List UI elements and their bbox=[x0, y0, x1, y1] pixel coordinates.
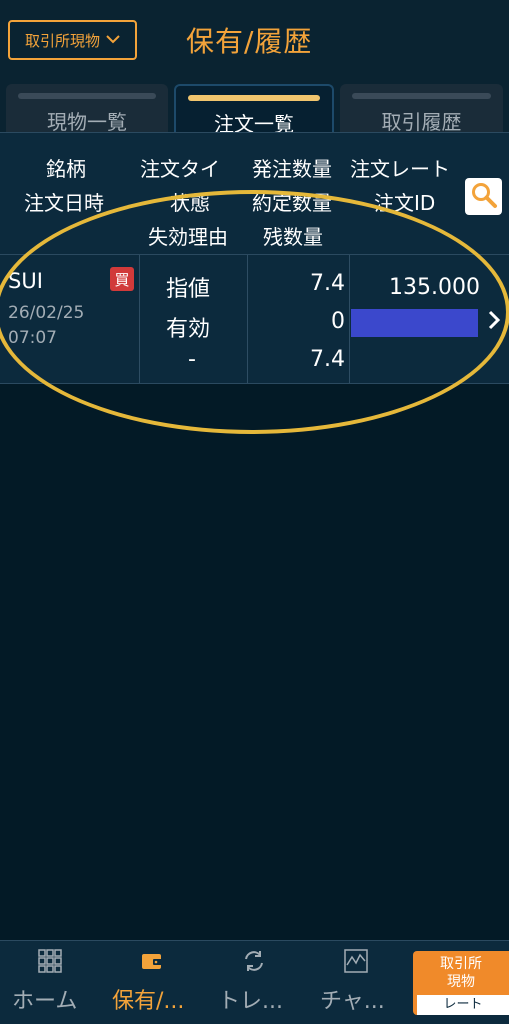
nav-holdings[interactable]: 保有/... bbox=[100, 941, 204, 1024]
nav-chart[interactable]: チャ... bbox=[308, 941, 412, 1024]
remaining-qty: 7.4 bbox=[310, 347, 345, 372]
header-order-rate: 注文レート bbox=[350, 157, 450, 181]
page-title: 保有/履歴 bbox=[186, 25, 313, 58]
header-order-id: 注文ID bbox=[374, 191, 436, 215]
order-type: 指値 bbox=[166, 277, 211, 302]
order-id-redacted bbox=[351, 309, 478, 337]
tab-label: 現物一覧 bbox=[47, 110, 127, 132]
filled-qty: 0 bbox=[331, 309, 345, 334]
chart-icon bbox=[344, 949, 368, 973]
search-button[interactable] bbox=[465, 178, 502, 215]
nav-label: ホーム bbox=[12, 989, 78, 1014]
nav-label: トレ... bbox=[218, 989, 283, 1014]
tab-indicator bbox=[18, 93, 156, 99]
order-date: 26/02/25 bbox=[8, 303, 85, 323]
nav-trade[interactable]: トレ... bbox=[204, 941, 308, 1024]
order-row[interactable]: SUI 買 26/02/25 07:07 指値 有効 - 7.4 0 7.4 1… bbox=[0, 254, 509, 384]
wallet-icon bbox=[140, 949, 164, 973]
rate-button-title-text: 取引所 現物 bbox=[440, 956, 482, 990]
header-filled-qty: 約定数量 bbox=[252, 191, 332, 215]
header-status: 状態 bbox=[170, 191, 210, 215]
market-select-label: 取引所現物 bbox=[24, 31, 100, 50]
tab-holdings[interactable]: 現物一覧 bbox=[6, 84, 168, 132]
order-symbol: SUI bbox=[8, 269, 43, 293]
invalid-reason: - bbox=[188, 347, 196, 372]
tab-indicator bbox=[352, 93, 491, 99]
header-symbol: 銘柄 bbox=[46, 157, 86, 181]
header-remaining-qty: 残数量 bbox=[263, 225, 323, 249]
chevron-down-icon bbox=[106, 32, 120, 48]
grid-icon bbox=[38, 949, 62, 973]
search-icon bbox=[470, 181, 498, 213]
rate-button[interactable]: 取引所 現物 レート bbox=[413, 951, 509, 1015]
tab-bar: 現物一覧 注文一覧 取引履歴 bbox=[0, 80, 509, 132]
buy-badge: 買 bbox=[110, 267, 134, 291]
tab-label: 注文一覧 bbox=[214, 112, 294, 132]
tab-indicator bbox=[188, 95, 320, 101]
header-order-type: 注文タイ bbox=[140, 157, 220, 181]
column-divider bbox=[349, 255, 350, 383]
nav-label: 保有/... bbox=[112, 989, 185, 1014]
tab-trade-history[interactable]: 取引履歴 bbox=[340, 84, 503, 132]
tab-orders[interactable]: 注文一覧 bbox=[174, 84, 334, 132]
nav-home[interactable]: ホーム bbox=[0, 941, 100, 1024]
order-rate: 135.000 bbox=[389, 275, 480, 300]
order-status: 有効 bbox=[166, 317, 211, 342]
refresh-icon bbox=[242, 949, 266, 973]
tab-label: 取引履歴 bbox=[381, 110, 462, 132]
order-qty: 7.4 bbox=[310, 271, 345, 296]
rate-button-title: 取引所 現物 bbox=[413, 955, 509, 991]
chevron-right-icon[interactable] bbox=[487, 309, 501, 337]
column-divider bbox=[139, 255, 140, 383]
header-invalid-reason: 失効理由 bbox=[148, 225, 228, 249]
header: 取引所現物 保有/履歴 bbox=[0, 0, 509, 80]
market-select-button[interactable]: 取引所現物 bbox=[8, 20, 137, 60]
header-order-datetime: 注文日時 bbox=[24, 191, 104, 215]
column-divider bbox=[247, 255, 248, 383]
column-headers: 銘柄 注文タイ 発注数量 注文レート 注文日時 状態 約定数量 注文ID 失効理… bbox=[0, 132, 509, 254]
header-order-qty: 発注数量 bbox=[252, 157, 332, 181]
rate-button-label: レート bbox=[417, 995, 509, 1015]
bottom-nav: ホーム 保有/... トレ... チャ... 取引所 現物 レート bbox=[0, 940, 509, 1024]
nav-label: チャ... bbox=[320, 989, 385, 1014]
order-time: 07:07 bbox=[8, 328, 57, 348]
